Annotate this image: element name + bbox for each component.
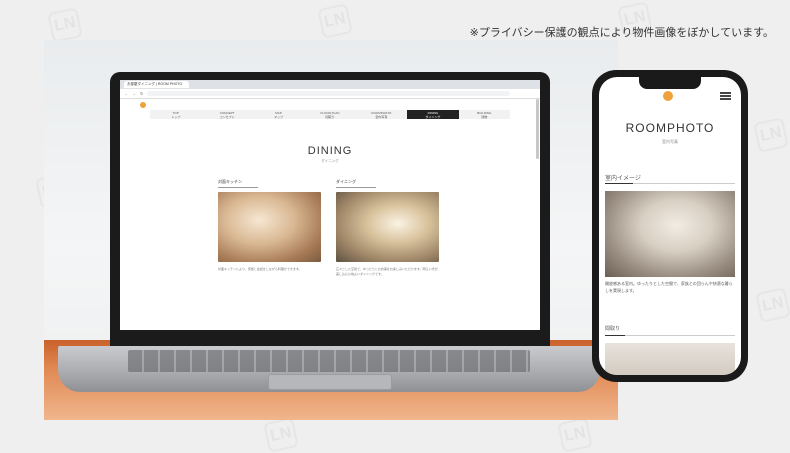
kitchen-photo	[218, 192, 321, 262]
dining-section: ダイニング 広々とした空間で、ゆったりとお食事をお楽しみいただけます。明るい光が…	[336, 179, 439, 276]
laptop-base	[58, 346, 600, 392]
section-text: 広々とした空間で、ゆったりとお食事をお楽しみいただけます。明るい光が差し込む心地…	[336, 267, 438, 276]
website: TOP トップ CONCEPT コンセプト MAP マップ FLOOR PLAN 間取り…	[120, 99, 540, 330]
kitchen-section: 対面キッチン 対面キッチンにより、家族と会話をしながら料理ができます。	[218, 179, 321, 272]
page-subtitle: 室内写真	[662, 139, 678, 144]
back-icon[interactable]: ←	[124, 91, 128, 96]
hamburger-menu-icon[interactable]	[720, 92, 731, 100]
phone-notch	[639, 77, 701, 89]
browser-address-bar: ← → ↻	[120, 89, 540, 99]
trackpad	[268, 374, 392, 390]
divider	[605, 335, 735, 336]
smartphone: ROOMPHOTO 室内写真 室内イメージ 開放感ある室内。ゆったりとした空間で…	[592, 70, 748, 382]
browser-tabbar: お部屋ダイニング | ROOM PHOTO	[120, 80, 540, 89]
nav-item-top[interactable]: TOP トップ	[150, 110, 201, 119]
section-heading: ダイニング	[336, 179, 376, 188]
keyboard	[128, 350, 530, 372]
laptop: お部屋ダイニング | ROOM PHOTO ← → ↻ TOP トップ CONCE…	[110, 72, 550, 348]
page-title: DINING	[307, 145, 353, 157]
watermark-logo: LN	[317, 3, 353, 39]
page-subtitle: ダイニング	[321, 159, 339, 163]
watermark-logo: LN	[755, 287, 790, 323]
section-text: 対面キッチンにより、家族と会話をしながら料理ができます。	[218, 267, 302, 271]
privacy-notice: ※プライバシー保護の観点により物件画像をぼかしています。	[469, 26, 774, 39]
reload-icon[interactable]: ↻	[140, 91, 143, 96]
section-heading: 室内イメージ	[605, 176, 641, 182]
page-title: ROOMPHOTO	[625, 121, 715, 135]
site-logo[interactable]	[663, 91, 673, 101]
browser-tab[interactable]: お部屋ダイニング | ROOM PHOTO	[124, 81, 189, 88]
room-photo	[605, 191, 735, 277]
section-heading: 対面キッチン	[218, 179, 258, 188]
watermark-logo: LN	[47, 7, 83, 43]
watermark-logo: LN	[557, 417, 593, 453]
phone-screen: ROOMPHOTO 室内写真 室内イメージ 開放感ある室内。ゆったりとした空間で…	[599, 77, 741, 375]
nav-item-concept[interactable]: CONCEPT コンセプト	[201, 110, 252, 119]
dining-photo	[336, 192, 439, 262]
site-logo[interactable]	[140, 102, 146, 108]
nav-item-floorplan[interactable]: FLOOR PLAN 間取り	[304, 110, 355, 119]
section-text: 開放感ある室内。ゆったりとした空間で、家族との団らんや快適な暮らしを実現します。	[605, 281, 733, 293]
scrollbar[interactable]	[536, 99, 539, 159]
watermark-logo: LN	[263, 417, 299, 453]
section-heading: 間取り	[605, 326, 621, 332]
divider	[605, 183, 735, 184]
site-nav: TOP トップ CONCEPT コンセプト MAP マップ FLOOR PLAN 間取り…	[150, 110, 510, 119]
url-input[interactable]	[147, 91, 510, 96]
room-photo	[605, 343, 735, 375]
forward-icon[interactable]: →	[132, 91, 136, 96]
laptop-screen: お部屋ダイニング | ROOM PHOTO ← → ↻ TOP トップ CONCE…	[120, 80, 540, 330]
nav-item-dining[interactable]: DINING ダイニング	[407, 110, 459, 119]
nav-item-map[interactable]: MAP マップ	[253, 110, 304, 119]
nav-item-building[interactable]: BUILDING 建物	[459, 110, 510, 119]
watermark-logo: LN	[753, 117, 789, 153]
nav-item-roomphoto[interactable]: ROOMPHOTO 室内写真	[356, 110, 407, 119]
